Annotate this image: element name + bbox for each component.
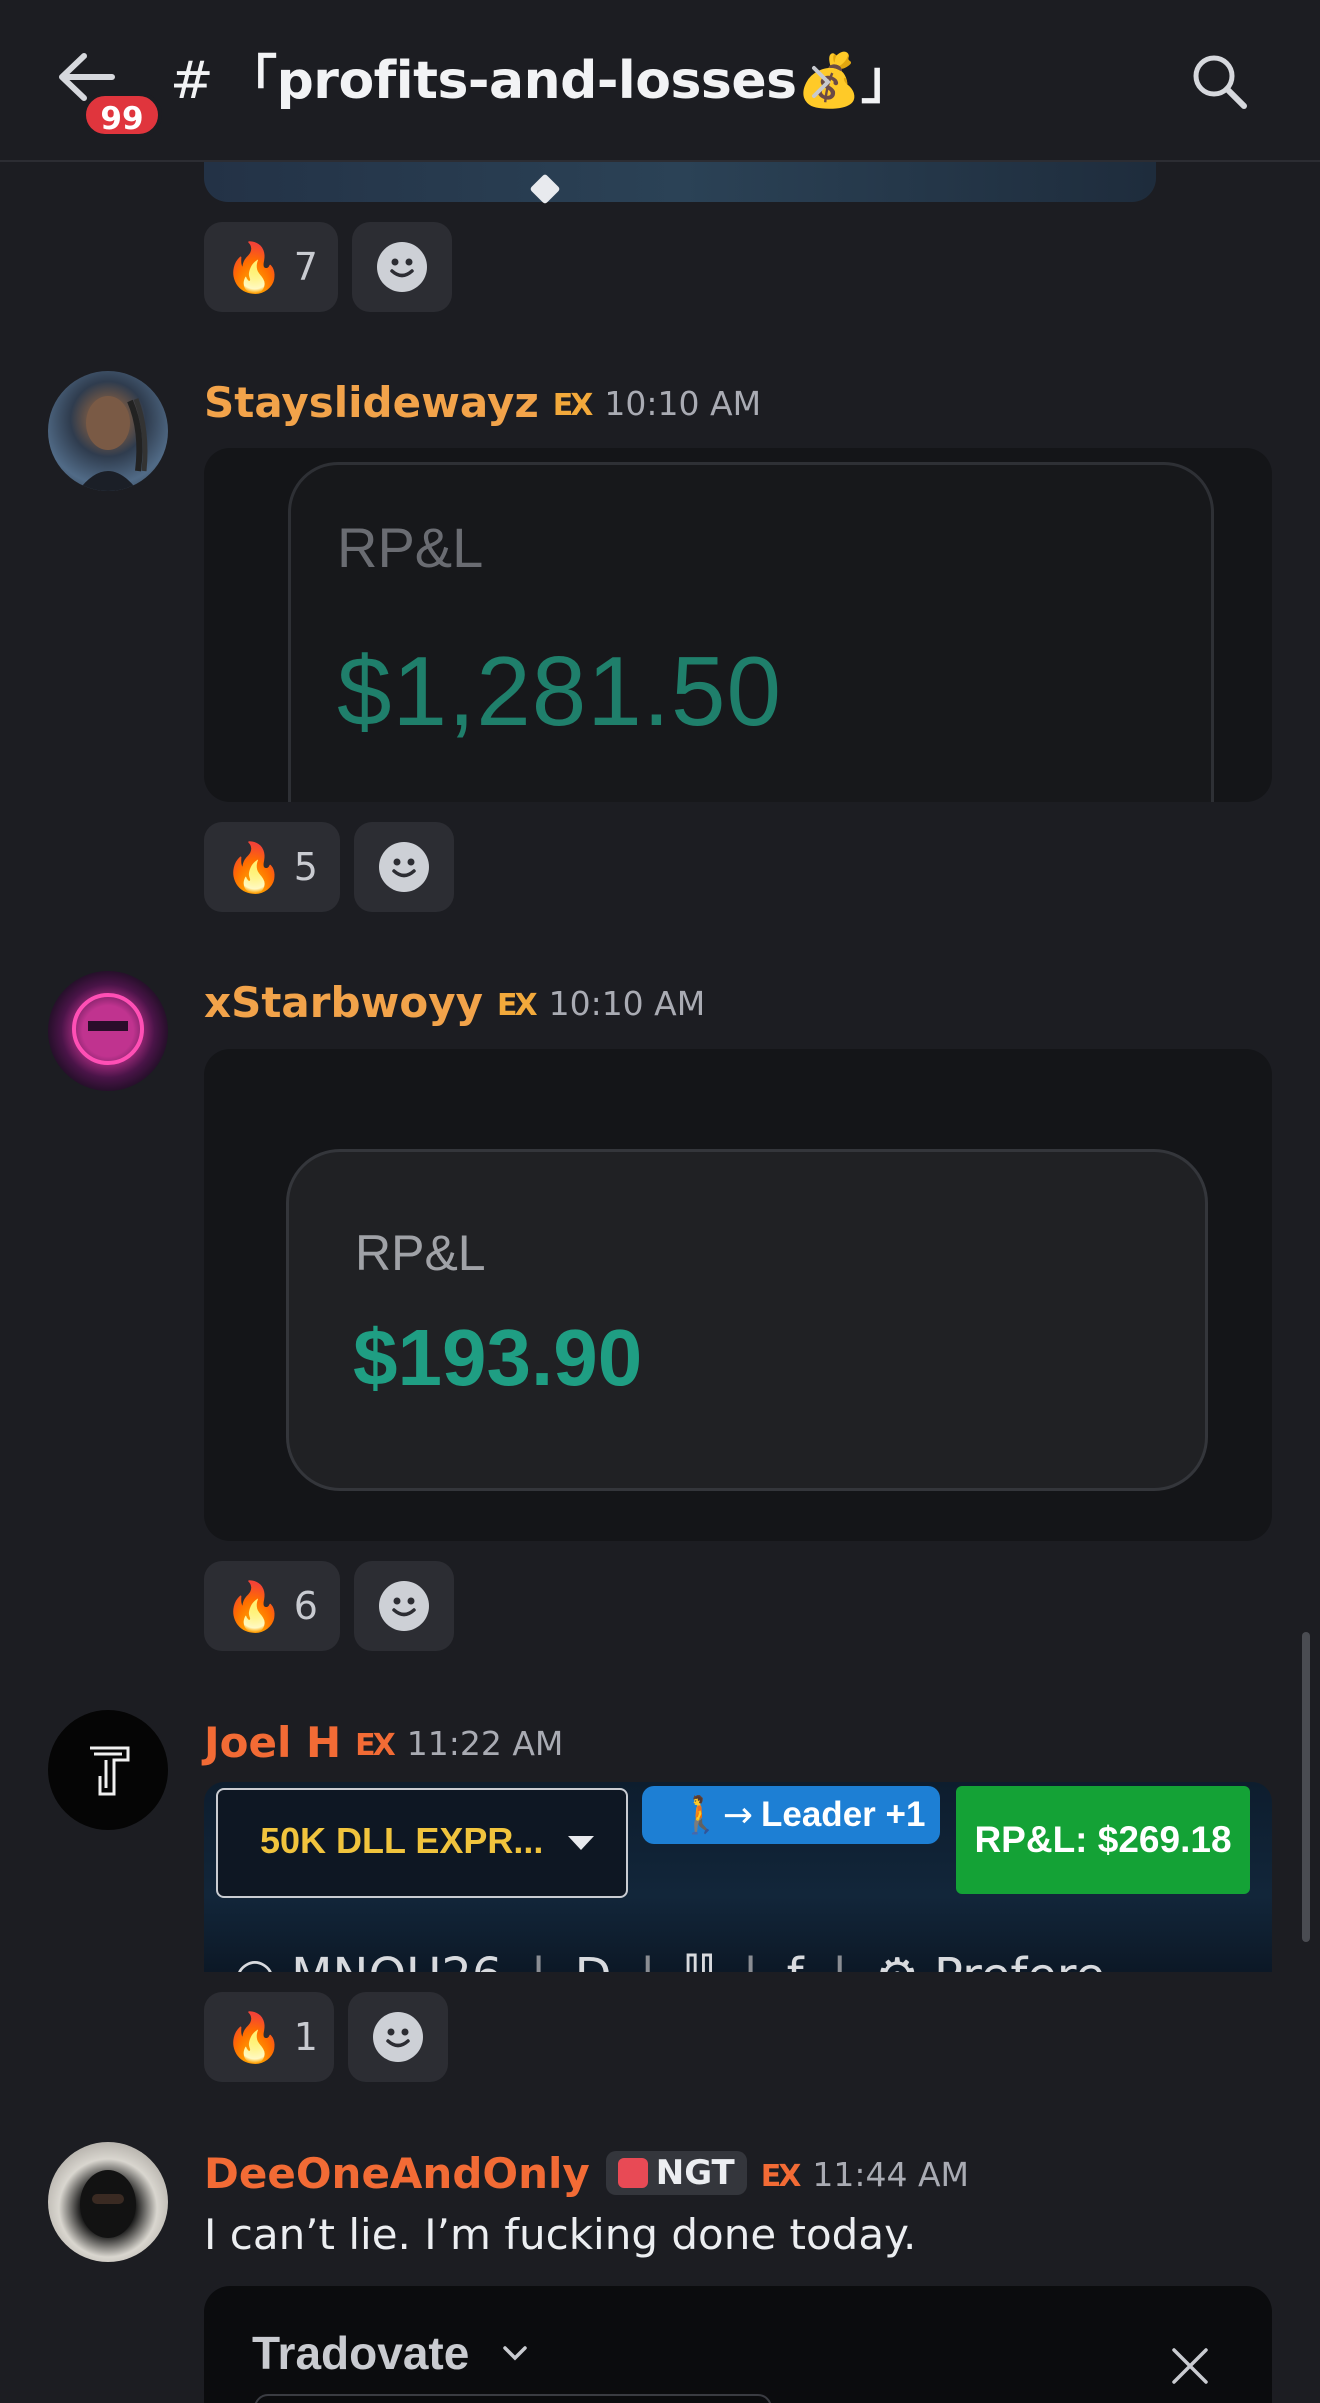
smile-icon: [377, 242, 427, 292]
reaction-count: 6: [293, 1584, 318, 1628]
rpl-label: RP&L: $269.18: [974, 1819, 1232, 1860]
search-icon[interactable]: [1190, 52, 1250, 112]
previous-embed-image[interactable]: [204, 160, 1156, 202]
pnl-screenshot[interactable]: RP&L $193.90: [204, 1049, 1272, 1541]
fire-icon: 🔥: [224, 1578, 284, 1635]
account-label: 50K DLL EXPR...: [260, 1820, 544, 1861]
chevron-right-icon[interactable]: [808, 62, 836, 102]
username[interactable]: Stayslidewayz: [204, 378, 539, 427]
indicators-label[interactable]: f: [787, 1948, 804, 1972]
walking-arrow-icon: 🚶→: [678, 1795, 753, 1836]
preferences-label[interactable]: Prefere: [934, 1948, 1105, 1972]
message-header: xStarbwoyy EX 10:10 AM: [204, 975, 705, 1031]
message-header: DeeOneAndOnly NGT EX 11:44 AM: [204, 2146, 969, 2202]
chart-toolbar: ○ MNQU26 | D | ⫿⫿ | f | ⚙ Prefere: [234, 1948, 1272, 1972]
avatar-xstarbwoyy[interactable]: [48, 971, 168, 1091]
smile-icon: [379, 842, 429, 892]
timestamp: 10:10 AM: [604, 384, 762, 423]
add-reaction-button[interactable]: [354, 822, 454, 912]
pnl-label: RP&L: [337, 516, 484, 579]
account-dropdown[interactable]: 50K DLL EXPR...: [216, 1788, 628, 1898]
add-reaction-button[interactable]: [354, 1561, 454, 1651]
smile-icon: [379, 1581, 429, 1631]
pnl-card: RP&L $193.90: [286, 1149, 1208, 1491]
toolbar-divider: |: [640, 1948, 656, 1972]
add-reaction-button[interactable]: [352, 222, 452, 312]
bot-tag-icon: EX: [552, 388, 594, 423]
role-icon: [617, 2158, 648, 2188]
timestamp: 11:22 AM: [406, 1724, 564, 1763]
leader-label: Leader +1: [761, 1795, 926, 1834]
toolbar-divider: |: [743, 1948, 759, 1972]
message-header: Stayslidewayz EX 10:10 AM: [204, 375, 761, 431]
avatar-deeoneandonly[interactable]: [48, 2142, 168, 2262]
tradovate-screenshot[interactable]: Tradovate: [204, 2286, 1272, 2403]
avatar-stayslidewayz[interactable]: [48, 371, 168, 491]
pnl-value: $1,281.50: [337, 636, 782, 746]
timestamp: 11:44 AM: [812, 2155, 970, 2194]
scrollbar-thumb[interactable]: [1302, 1632, 1310, 1942]
fire-reaction[interactable]: 🔥 5: [204, 822, 340, 912]
smile-icon: [373, 2012, 423, 2062]
pnl-card: RP&L $1,281.50: [288, 462, 1214, 802]
dropdown-caret-icon: [568, 1836, 594, 1850]
bot-tag-icon: EX: [496, 988, 538, 1023]
reaction-count: 7: [293, 245, 318, 289]
message-header: Joel H EX 11:22 AM: [204, 1715, 563, 1771]
role-name: NGT: [655, 2153, 735, 2193]
app-title: Tradovate: [252, 2327, 470, 2379]
trading-screenshot[interactable]: 50K DLL EXPR... 🚶→ Leader +1 RP&L: $269.…: [204, 1782, 1272, 1972]
symbol-search-icon[interactable]: ○: [234, 1948, 291, 1972]
candles-icon[interactable]: ⫿⫿: [684, 1948, 715, 1972]
channel-title[interactable]: # 「profits-and-losses💰」: [170, 46, 913, 116]
message-text: I can’t lie. I’m fucking done today.: [204, 2210, 917, 2259]
reaction-count: 1: [293, 2015, 318, 2059]
fire-icon: 🔥: [224, 839, 284, 896]
toolbar-divider: |: [530, 1948, 546, 1972]
fire-icon: 🔥: [224, 239, 284, 296]
close-icon[interactable]: [1170, 2346, 1210, 2386]
bot-tag-icon: EX: [355, 1728, 396, 1763]
avatar-joel-h[interactable]: [48, 1710, 168, 1830]
role-tag[interactable]: NGT: [605, 2151, 747, 2195]
bot-tag-icon: EX: [760, 2159, 802, 2194]
fire-reaction[interactable]: 🔥 6: [204, 1561, 340, 1651]
chevron-down-icon[interactable]: [502, 2344, 528, 2362]
timestamp: 10:10 AM: [548, 984, 706, 1023]
pnl-screenshot[interactable]: RP&L $1,281.50: [204, 448, 1272, 802]
settings-icon[interactable]: ⚙: [876, 1948, 934, 1972]
reaction-count: 5: [293, 845, 318, 889]
leader-badge[interactable]: 🚶→ Leader +1: [642, 1786, 940, 1844]
rpl-button[interactable]: RP&L: $269.18: [956, 1786, 1250, 1894]
hash-icon: #: [170, 51, 214, 111]
username[interactable]: DeeOneAndOnly: [204, 2149, 590, 2198]
pnl-value: $193.90: [353, 1313, 643, 1402]
input-field-edge: [254, 2394, 772, 2403]
channel-header: 99 # 「profits-and-losses💰」: [0, 0, 1320, 162]
add-reaction-button[interactable]: [348, 1992, 448, 2082]
fire-reaction[interactable]: 🔥 7: [204, 222, 338, 312]
toolbar-divider: |: [832, 1948, 848, 1972]
fire-icon: 🔥: [224, 2009, 284, 2066]
symbol-label[interactable]: MNQU26: [291, 1948, 502, 1972]
username[interactable]: xStarbwoyy: [204, 978, 483, 1027]
fire-reaction[interactable]: 🔥 1: [204, 1992, 334, 2082]
timeframe-label[interactable]: D: [575, 1948, 612, 1972]
unread-badge: 99: [82, 92, 162, 138]
pnl-label: RP&L: [355, 1225, 486, 1281]
username[interactable]: Joel H: [204, 1718, 341, 1767]
